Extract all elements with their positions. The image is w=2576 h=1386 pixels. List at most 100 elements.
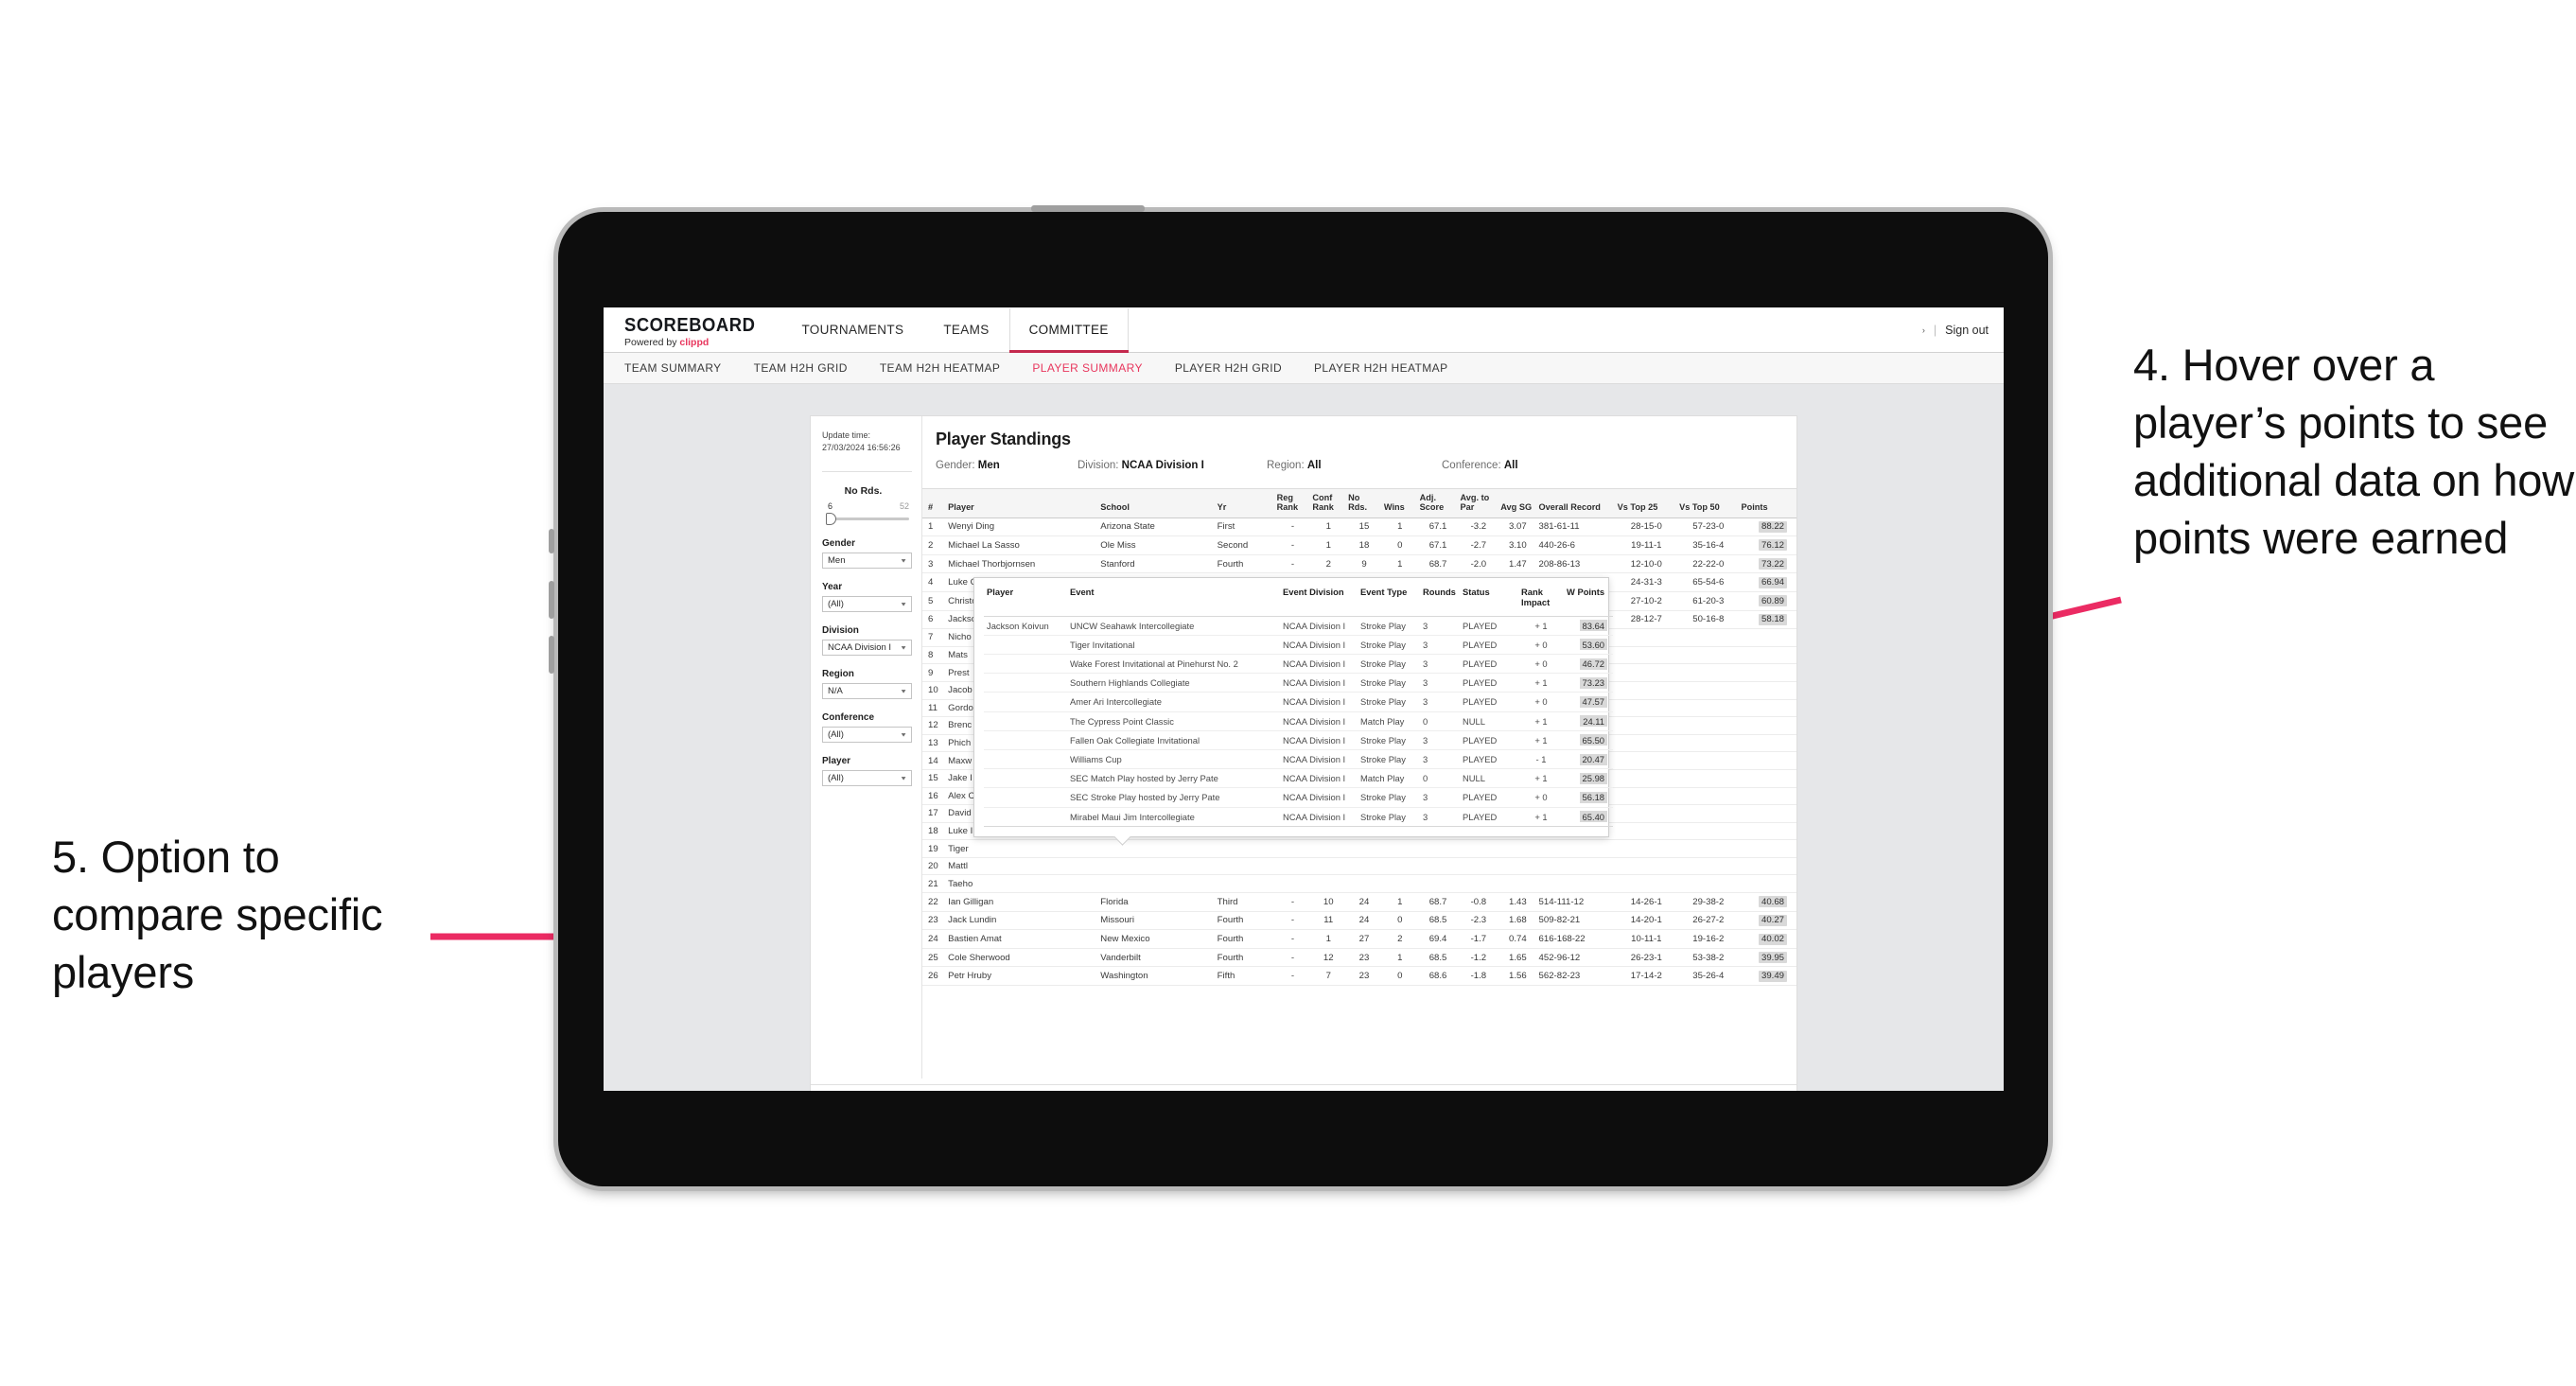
points-value[interactable]: 58.18 xyxy=(1758,613,1787,625)
filter-region-select[interactable]: N/A ▼ xyxy=(822,683,912,700)
cell-reg-rank: - xyxy=(1274,966,1311,987)
points-value[interactable]: 66.94 xyxy=(1758,576,1787,588)
col-no-rds[interactable]: No Rds. xyxy=(1346,488,1382,518)
col-reg-rank[interactable]: Reg Rank xyxy=(1274,488,1311,518)
cell-points[interactable] xyxy=(1739,839,1796,858)
nav-item-teams[interactable]: TEAMS xyxy=(923,308,1008,353)
cell-points[interactable] xyxy=(1739,751,1796,770)
filter-player-select[interactable]: (All) ▼ xyxy=(822,770,912,787)
points-breakdown-tooltip: Player Event Event Division Event Type R… xyxy=(973,577,1613,837)
col-school[interactable]: School xyxy=(1098,488,1216,518)
col-avg-to-par[interactable]: Avg. to Par xyxy=(1458,488,1499,518)
cell-points[interactable] xyxy=(1739,646,1796,665)
cell-vs-top-50: 61-20-3 xyxy=(1677,591,1740,611)
no-rounds-label: No Rds. xyxy=(844,485,883,498)
points-value[interactable]: 40.68 xyxy=(1758,896,1787,908)
app-logo[interactable]: SCOREBOARD Powered by clippd xyxy=(604,307,781,352)
cell-points[interactable] xyxy=(1739,787,1796,806)
summary-division-value: NCAA Division I xyxy=(1121,460,1204,471)
tt-cell-event: SEC Match Play hosted by Jerry Pate xyxy=(1067,768,1280,789)
cell-points[interactable] xyxy=(1739,769,1796,788)
filter-year-select[interactable]: (All) ▼ xyxy=(822,596,912,613)
filter-division-select[interactable]: NCAA Division I ▼ xyxy=(822,640,912,657)
cell-points[interactable] xyxy=(1739,734,1796,753)
table-row[interactable]: 24 Bastien Amat New Mexico Fourth -1 27 2 69.4-… xyxy=(922,929,1796,949)
filter-gender-select[interactable]: Men ▼ xyxy=(822,553,912,570)
col-player[interactable]: Player xyxy=(946,488,1099,518)
points-value[interactable]: 73.22 xyxy=(1758,558,1787,570)
table-row[interactable]: 1 Wenyi Ding Arizona State First -1 15 1 67.1 -3… xyxy=(922,518,1796,537)
cell-points[interactable]: 40.68 xyxy=(1739,892,1796,912)
cell-points[interactable]: 40.02 xyxy=(1739,929,1796,949)
col-yr[interactable]: Yr xyxy=(1215,488,1275,518)
cell-avg-sg: 1.56 xyxy=(1498,966,1537,987)
tab-team-summary[interactable]: TEAM SUMMARY xyxy=(624,361,722,375)
sign-out-link[interactable]: Sign out xyxy=(1945,324,1989,337)
points-value[interactable]: 88.22 xyxy=(1758,520,1787,533)
cell-overall-record: 616-168-22 xyxy=(1536,929,1616,949)
cell-points[interactable] xyxy=(1739,681,1796,700)
cell-points[interactable]: 58.18 xyxy=(1739,610,1796,630)
table-row[interactable]: 26 Petr Hruby Washington Fifth -7 23 0 68.6 -1.8… xyxy=(922,966,1796,987)
table-row[interactable]: 23 Jack Lundin Missouri Fourth -11 24 0 68.5 -2.… xyxy=(922,911,1796,931)
cell-points[interactable] xyxy=(1739,716,1796,735)
tt-cell-event-type: Stroke Play xyxy=(1358,692,1420,712)
filter-conference-select[interactable]: (All) ▼ xyxy=(822,727,912,744)
cell-points[interactable]: 88.22 xyxy=(1739,518,1796,537)
points-value[interactable]: 76.12 xyxy=(1758,539,1787,552)
col-points[interactable]: Points xyxy=(1739,488,1796,518)
nav-item-committee[interactable]: COMMITTEE xyxy=(1008,308,1129,353)
cell-points[interactable]: 40.27 xyxy=(1739,911,1796,931)
tab-team-h2h-heatmap[interactable]: TEAM H2H HEATMAP xyxy=(880,361,1001,375)
table-row[interactable]: 3 Michael Thorbjornsen Stanford Fourth -2 9 1 6… xyxy=(922,554,1796,574)
no-rounds-slider-track[interactable] xyxy=(826,513,909,526)
nav-item-tournaments[interactable]: TOURNAMENTS xyxy=(781,308,923,353)
cell-points[interactable]: 39.49 xyxy=(1739,966,1796,987)
cell-points[interactable] xyxy=(1739,804,1796,823)
table-row[interactable]: 2 Michael La Sasso Ole Miss Second -1 18 0 67.1… xyxy=(922,535,1796,555)
points-value[interactable]: 60.89 xyxy=(1758,595,1787,607)
cell-points[interactable]: 73.22 xyxy=(1739,554,1796,574)
col-overall-record[interactable]: Overall Record xyxy=(1536,488,1616,518)
cell-school xyxy=(1098,874,1216,894)
cell-points[interactable] xyxy=(1739,822,1796,841)
chevron-right-icon[interactable]: › xyxy=(1922,325,1925,335)
points-value[interactable]: 39.49 xyxy=(1758,970,1787,982)
cell-points[interactable] xyxy=(1739,628,1796,647)
table-row[interactable]: 22 Ian Gilligan Florida Third -10 24 1 68.7 -0.8… xyxy=(922,892,1796,912)
cell-points[interactable] xyxy=(1739,663,1796,682)
points-value[interactable]: 39.95 xyxy=(1758,952,1787,964)
cell-points[interactable]: 60.89 xyxy=(1739,591,1796,611)
table-row[interactable]: 25 Cole Sherwood Vanderbilt Fourth -12 23 1 68.… xyxy=(922,948,1796,968)
cell-points[interactable] xyxy=(1739,699,1796,718)
filter-region-value: N/A xyxy=(828,686,843,697)
tooltip-row: The Cypress Point Classic NCAA Division I… xyxy=(984,711,1613,731)
tab-player-summary[interactable]: PLAYER SUMMARY xyxy=(1032,361,1143,375)
cell-points[interactable]: 66.94 xyxy=(1739,572,1796,592)
tab-player-h2h-heatmap[interactable]: PLAYER H2H HEATMAP xyxy=(1314,361,1447,375)
col-conf-rank[interactable]: Conf Rank xyxy=(1310,488,1347,518)
no-rounds-slider-handle[interactable] xyxy=(826,513,836,526)
tt-cell-event-type: Stroke Play xyxy=(1358,616,1420,636)
col-vs-top-50[interactable]: Vs Top 50 xyxy=(1677,488,1740,518)
table-row[interactable]: 21 Taeho xyxy=(922,874,1796,894)
cell-points[interactable]: 76.12 xyxy=(1739,535,1796,555)
table-row[interactable]: 20 Mattl xyxy=(922,857,1796,876)
table-row[interactable]: 19 Tiger xyxy=(922,839,1796,858)
cell-vs-top-50: 53-38-2 xyxy=(1677,948,1740,968)
col-vs-top-25[interactable]: Vs Top 25 xyxy=(1615,488,1678,518)
cell-points[interactable]: 39.95 xyxy=(1739,948,1796,968)
points-value[interactable]: 40.02 xyxy=(1758,933,1787,945)
tab-player-h2h-grid[interactable]: PLAYER H2H GRID xyxy=(1175,361,1282,375)
cell-player: Michael Thorbjornsen xyxy=(946,554,1099,574)
col-wins[interactable]: Wins xyxy=(1381,488,1418,518)
col-rank[interactable]: # xyxy=(922,488,947,518)
w-points-value: 73.23 xyxy=(1579,676,1607,689)
col-adj-score[interactable]: Adj. Score xyxy=(1417,488,1459,518)
cell-avg-sg: 0.74 xyxy=(1498,929,1537,949)
points-value[interactable]: 40.27 xyxy=(1758,914,1787,926)
cell-points[interactable] xyxy=(1739,857,1796,876)
cell-points[interactable] xyxy=(1739,874,1796,894)
tab-team-h2h-grid[interactable]: TEAM H2H GRID xyxy=(754,361,848,375)
col-avg-sg[interactable]: Avg SG xyxy=(1498,488,1537,518)
